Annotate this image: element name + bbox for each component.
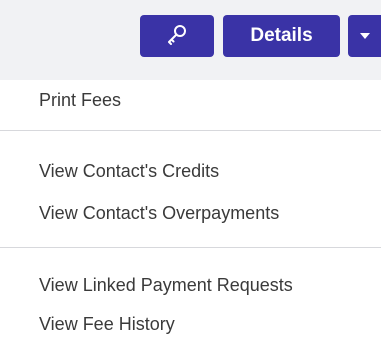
menu-item-linked-payment-requests[interactable]: View Linked Payment Requests: [39, 274, 293, 296]
menu-divider: [0, 247, 381, 248]
details-button[interactable]: Details: [223, 15, 340, 57]
menu-item-fee-history[interactable]: View Fee History: [39, 313, 175, 335]
details-dropdown-toggle[interactable]: [348, 15, 381, 57]
menu-item-contact-credits[interactable]: View Contact's Credits: [39, 160, 219, 182]
caret-down-icon: [360, 33, 370, 39]
key-icon: [166, 23, 188, 50]
menu-item-contact-overpayments[interactable]: View Contact's Overpayments: [39, 202, 279, 224]
action-toolbar: Details: [0, 0, 381, 80]
details-label: Details: [250, 25, 313, 46]
key-button[interactable]: [140, 15, 214, 57]
menu-divider: [0, 130, 381, 131]
menu-item-print-fees[interactable]: Print Fees: [39, 89, 121, 111]
